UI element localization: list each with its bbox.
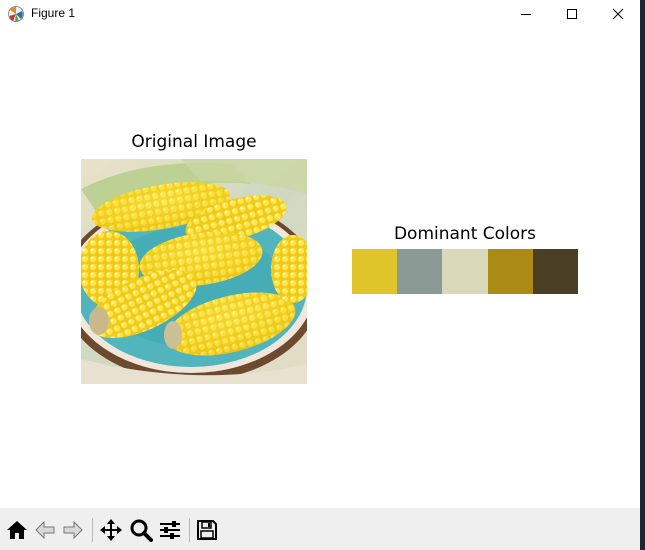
home-icon [7, 521, 27, 539]
zoom-icon [130, 519, 153, 542]
pan-icon [100, 519, 122, 541]
save-icon [197, 520, 217, 540]
original-image [81, 159, 307, 384]
background-strip [640, 0, 645, 550]
dominant-colors-title: Dominant Colors [393, 224, 537, 244]
configure-subplots-button[interactable] [157, 517, 183, 543]
back-icon [35, 520, 55, 540]
back-button[interactable] [32, 517, 58, 543]
matplotlib-figure-icon [8, 6, 24, 22]
home-button[interactable] [4, 517, 30, 543]
navigation-toolbar [0, 508, 640, 550]
toolbar-separator [92, 518, 93, 542]
close-button[interactable] [595, 0, 641, 28]
close-icon [612, 8, 624, 20]
forward-button[interactable] [60, 517, 86, 543]
color-swatch [487, 249, 533, 294]
minimize-icon [521, 14, 531, 15]
figure-window: Figure 1 Original Image Dominant Colors [0, 0, 640, 550]
color-swatch [397, 249, 443, 294]
maximize-icon [567, 9, 577, 19]
original-image-title: Original Image [131, 132, 257, 152]
configure-subplots-icon [160, 521, 180, 539]
dominant-colors-palette [352, 249, 578, 294]
pan-button[interactable] [98, 517, 124, 543]
toolbar-separator [189, 518, 190, 542]
window-title: Figure 1 [31, 6, 76, 20]
figure-canvas[interactable]: Original Image Dominant Colors [0, 28, 640, 508]
color-swatch [352, 249, 398, 294]
color-swatch [442, 249, 488, 294]
zoom-button[interactable] [128, 517, 154, 543]
title-bar[interactable]: Figure 1 [0, 0, 640, 28]
save-button[interactable] [194, 517, 220, 543]
color-swatch [532, 249, 578, 294]
maximize-button[interactable] [549, 0, 595, 28]
minimize-button[interactable] [503, 0, 549, 28]
forward-icon [63, 520, 83, 540]
